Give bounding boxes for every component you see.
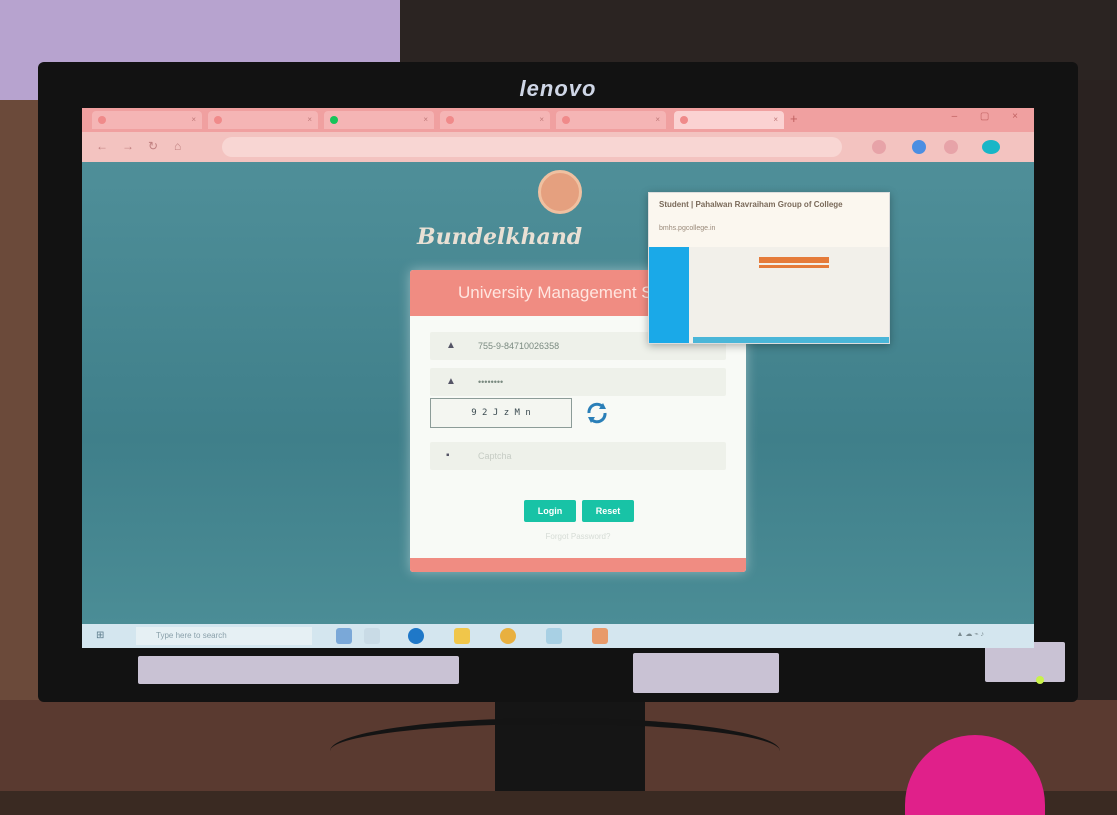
- browser-tab[interactable]: ×: [440, 111, 550, 129]
- close-icon[interactable]: ×: [423, 111, 428, 129]
- favicon-icon: [214, 115, 222, 124]
- captcha-answer-field[interactable]: ▪ Captcha: [430, 442, 726, 470]
- app-icon[interactable]: [364, 628, 380, 644]
- forward-icon[interactable]: →: [122, 139, 134, 153]
- forgot-password-link[interactable]: Forgot Password?: [410, 532, 746, 541]
- captcha-image: 9 2 J z M n: [430, 398, 572, 428]
- taskbar-search-input[interactable]: Type here to search: [136, 627, 312, 645]
- browser-tab[interactable]: ×: [556, 111, 666, 129]
- reload-icon[interactable]: ↻: [148, 139, 158, 153]
- refresh-icon[interactable]: [584, 400, 610, 426]
- extension-icon[interactable]: [944, 140, 958, 154]
- preview-url: bmhs.pgcollege.in: [659, 225, 716, 232]
- back-icon[interactable]: ←: [96, 139, 108, 153]
- system-tray[interactable]: ▲ ☁ ⌁ ♪: [957, 630, 984, 638]
- lock-icon: ▲: [446, 376, 456, 387]
- sticker-right: [985, 642, 1065, 682]
- close-icon[interactable]: ×: [539, 111, 544, 129]
- card-footer: [410, 558, 746, 572]
- browser-tab[interactable]: ×: [92, 111, 202, 129]
- user-icon: ▲: [446, 340, 456, 351]
- url-input[interactable]: [222, 137, 842, 157]
- web-page: Bundelkhand University Management System…: [82, 162, 1034, 624]
- file-explorer-icon[interactable]: [454, 628, 470, 644]
- reset-button[interactable]: Reset: [582, 500, 634, 522]
- close-icon[interactable]: ×: [655, 111, 660, 129]
- task-view-icon[interactable]: [336, 628, 352, 644]
- browser-tab[interactable]: ×: [208, 111, 318, 129]
- browser-tab-active[interactable]: ×: [674, 111, 784, 129]
- password-field[interactable]: ▲ ••••••••: [430, 368, 726, 396]
- windows-start-icon[interactable]: ⊞: [96, 630, 104, 641]
- address-bar-row: ← → ↻ ⌂: [82, 132, 1034, 162]
- profile-icon[interactable]: [912, 140, 926, 154]
- home-icon[interactable]: ⌂: [174, 139, 181, 153]
- browser-tab[interactable]: ×: [324, 111, 434, 129]
- cable: [330, 718, 780, 784]
- app-icon[interactable]: [592, 628, 608, 644]
- close-icon[interactable]: ×: [773, 111, 778, 129]
- college-logo-icon: [538, 170, 582, 214]
- monitor-brand-logo: lenovo: [519, 76, 597, 101]
- favicon-icon: [98, 115, 106, 124]
- favicon-icon: [680, 115, 688, 124]
- screen: × × × × × × + – ▢ × ← → ↻ ⌂ Bundelkhand …: [82, 108, 1034, 648]
- extension-icon[interactable]: [872, 140, 886, 154]
- favicon-icon: [330, 115, 338, 124]
- window-controls[interactable]: – ▢ ×: [952, 111, 1028, 122]
- preview-thumbnail: [649, 247, 889, 343]
- favicon-icon: [446, 115, 454, 124]
- close-icon[interactable]: ×: [307, 111, 312, 129]
- tab-hover-preview: Student | Pahalwan Ravraiham Group of Co…: [648, 192, 890, 344]
- preview-title: Student | Pahalwan Ravraiham Group of Co…: [659, 200, 843, 209]
- key-icon: ▪: [446, 450, 450, 461]
- close-icon[interactable]: ×: [191, 111, 196, 129]
- edge-icon[interactable]: [408, 628, 424, 644]
- sticker-left: [138, 656, 459, 684]
- sticker-center: [633, 653, 779, 693]
- account-icon[interactable]: [982, 140, 1000, 154]
- chrome-icon[interactable]: [500, 628, 516, 644]
- favicon-icon: [562, 115, 570, 124]
- new-tab-button[interactable]: +: [790, 111, 798, 126]
- login-button[interactable]: Login: [524, 500, 576, 522]
- windows-taskbar: ⊞ Type here to search ▲ ☁ ⌁ ♪: [82, 624, 1034, 648]
- store-icon[interactable]: [546, 628, 562, 644]
- browser-tab-bar: × × × × × × + – ▢ ×: [82, 108, 1034, 132]
- power-led: [1036, 676, 1044, 684]
